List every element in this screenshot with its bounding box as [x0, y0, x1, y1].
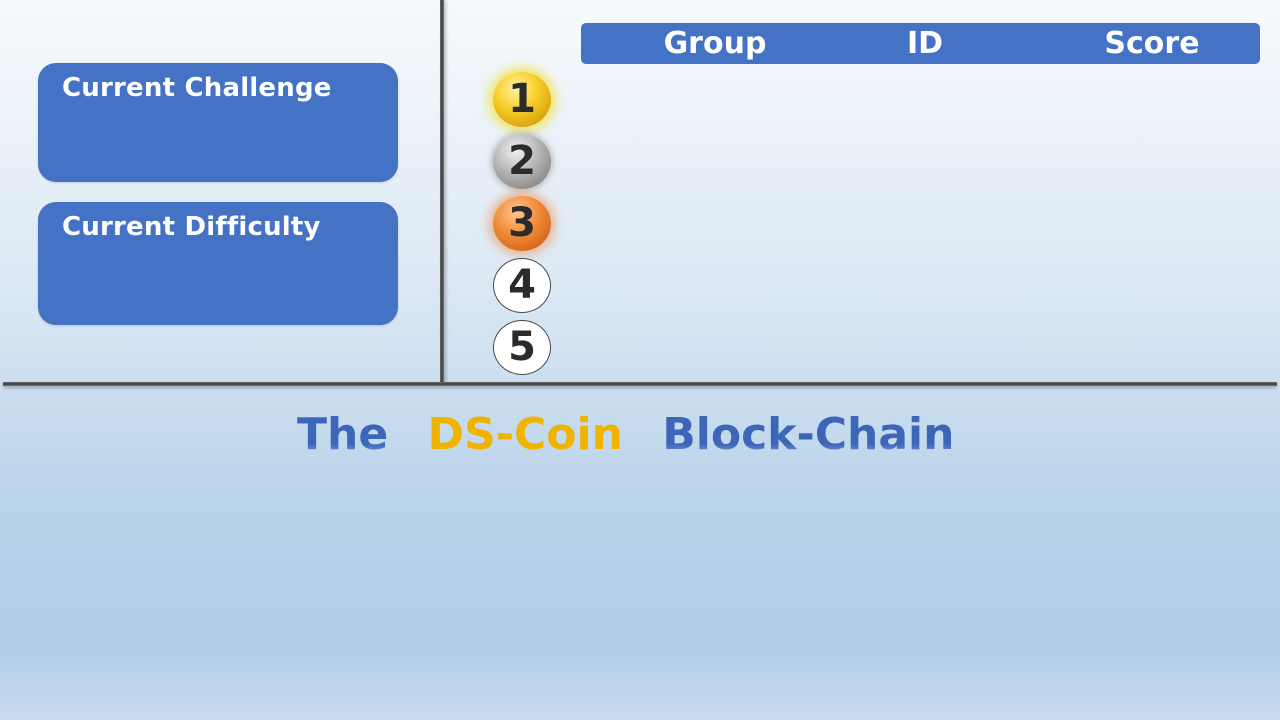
group-column-header: Group: [663, 26, 767, 61]
rank-5-badge: 5: [493, 320, 551, 375]
current-challenge-panel: Current Challenge: [38, 63, 398, 182]
banner-word-the: The: [297, 405, 388, 465]
banner-word-ds-coin: DS-Coin: [427, 409, 623, 460]
current-difficulty-title: Current Difficulty: [62, 212, 321, 242]
leaderboard-header: Group ID Score: [581, 23, 1260, 64]
banner-word-block-chain: Block-Chain: [662, 405, 954, 465]
horizontal-divider: [3, 382, 1277, 386]
id-column-header: ID: [906, 26, 944, 61]
rank-1-gold-medal: 1: [493, 72, 551, 127]
current-challenge-title: Current Challenge: [62, 73, 332, 103]
vertical-divider: [440, 0, 444, 384]
app-title-banner: The DS-Coin Block-Chain: [297, 405, 954, 465]
current-difficulty-panel: Current Difficulty: [38, 202, 398, 325]
score-column-header: Score: [1104, 26, 1200, 61]
rank-3-bronze-medal: 3: [493, 196, 551, 251]
rank-2-silver-medal: 2: [493, 134, 551, 189]
rank-4-badge: 4: [493, 258, 551, 313]
